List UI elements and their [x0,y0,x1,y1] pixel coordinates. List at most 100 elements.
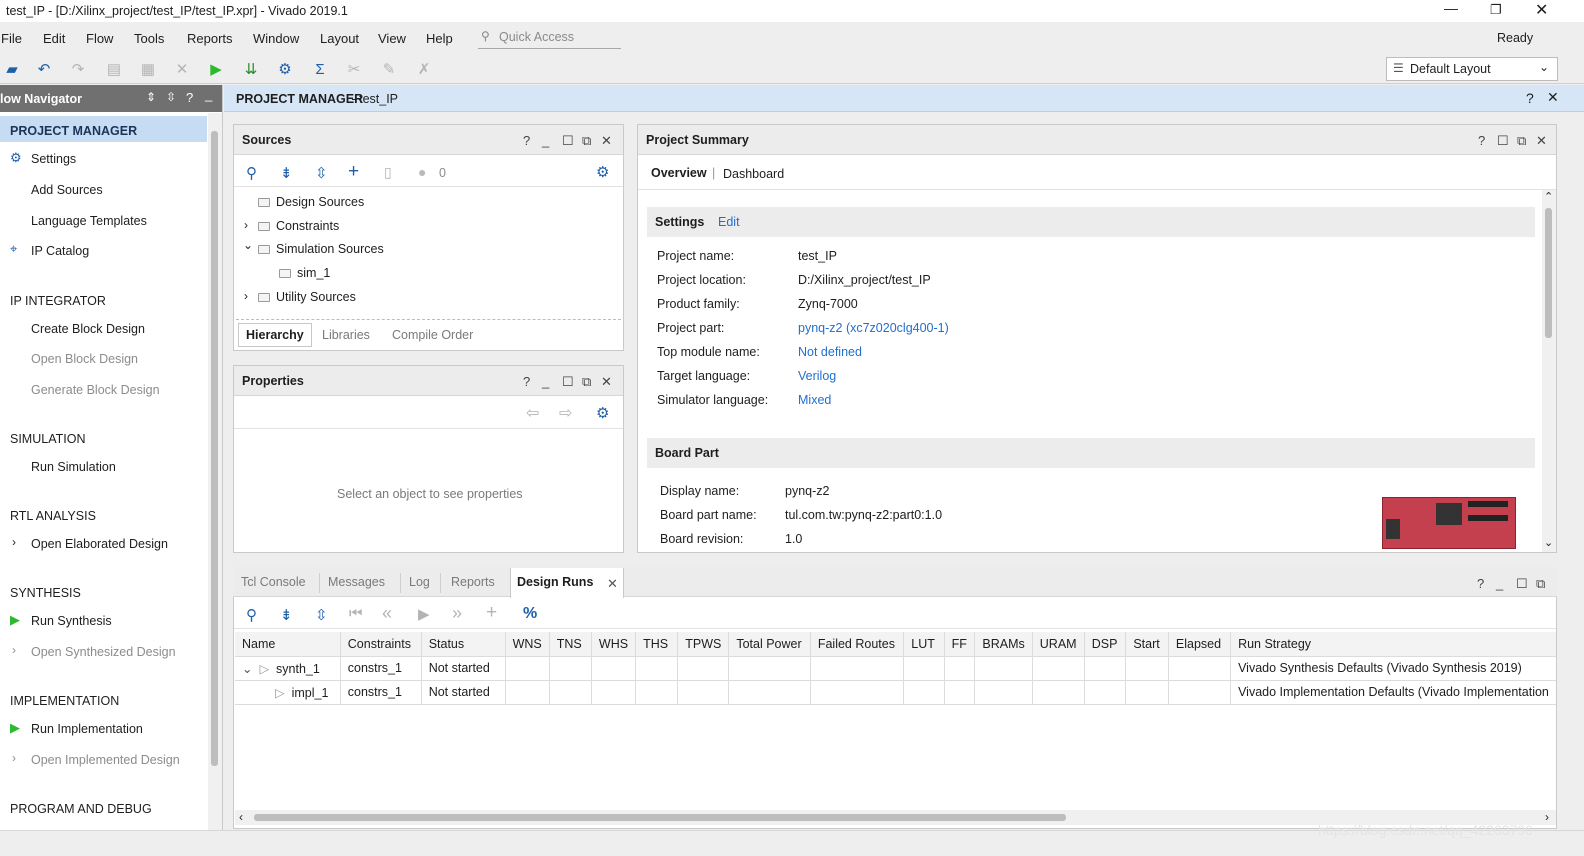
menu-tools[interactable]: Tools [134,31,164,46]
tab-compile-order[interactable]: Compile Order [392,328,473,342]
sigma-icon[interactable]: Σ [311,61,329,79]
chevron-right-icon[interactable]: › [244,218,248,232]
collapse-all-icon[interactable]: ⇟ [280,164,293,182]
tab-design-runs[interactable]: Design Runs [517,567,593,597]
nav-project-manager[interactable]: PROJECT MANAGER [10,124,137,138]
expand-all-icon[interactable]: ⇳ [315,164,328,182]
nav-open-implemented[interactable]: Open Implemented Design [31,753,180,767]
nav-run-simulation[interactable]: Run Simulation [31,460,116,474]
minimize-icon[interactable]: _ [542,133,549,148]
nav-run-synthesis[interactable]: Run Synthesis [31,614,112,628]
horizontal-scroll-thumb[interactable] [254,814,1066,821]
nav-settings[interactable]: Settings [31,152,76,166]
tab-messages[interactable]: Messages [328,567,385,597]
tree-item[interactable]: Constraints [258,219,339,233]
maximize-icon[interactable]: ☐ [562,374,574,390]
tab-tcl-console[interactable]: Tcl Console [241,567,306,597]
col-brams[interactable]: BRAMs [974,632,1033,657]
back-arrow-icon[interactable]: ⇦ [526,403,539,423]
table-row[interactable]: ⌄ ▷ synth_1 constrs_1 Not started Vivado… [235,656,1556,681]
chevron-right-icon[interactable]: › [12,535,16,549]
add-run-icon[interactable]: + [486,602,497,624]
edit-icon[interactable]: ✎ [380,61,398,79]
chevron-right-icon[interactable]: › [244,289,248,303]
col-lut[interactable]: LUT [903,632,945,657]
col-total-power[interactable]: Total Power [728,632,811,657]
gear-icon[interactable]: ⚙ [596,404,609,422]
nav-scroll-thumb[interactable] [211,131,218,766]
col-tpws[interactable]: TPWS [677,632,730,657]
nav-generate-block[interactable]: Generate Block Design [31,383,160,397]
delete-icon[interactable]: ✕ [173,61,191,79]
help-icon[interactable]: ? [523,133,530,148]
previous-icon[interactable]: « [382,603,392,624]
file-icon[interactable]: ▯ [384,164,392,181]
minimize-icon[interactable]: _ [542,374,549,389]
copy-icon[interactable]: ▤ [105,61,123,79]
col-elapsed[interactable]: Elapsed [1168,632,1232,657]
col-failed-routes[interactable]: Failed Routes [810,632,905,657]
col-run-strategy[interactable]: Run Strategy [1230,632,1556,657]
project-part-link[interactable]: pynq-z2 (xc7z020clg400-1) [798,321,949,335]
col-ff[interactable]: FF [944,632,976,657]
maximize-icon[interactable]: ☐ [1516,576,1528,592]
expand-all-icon[interactable]: ⇳ [166,90,176,104]
launch-icon[interactable]: ▶ [418,605,430,623]
float-icon[interactable]: ⧉ [1517,133,1526,149]
restore-icon[interactable]: ❐ [1490,2,1502,18]
nav-scrollbar[interactable] [208,113,222,830]
paste-icon[interactable]: ▦ [139,61,157,79]
col-status[interactable]: Status [421,632,506,657]
float-icon[interactable]: ⧉ [582,374,591,390]
search-icon[interactable]: ⚲ [246,606,257,624]
help-icon[interactable]: ? [1526,90,1534,106]
float-icon[interactable]: ⧉ [582,133,591,149]
col-ths[interactable]: THS [635,632,679,657]
tree-item[interactable]: Utility Sources [258,290,356,304]
nav-language-templates[interactable]: Language Templates [31,214,147,228]
menu-reports[interactable]: Reports [187,31,233,46]
percent-icon[interactable]: % [523,605,537,623]
tab-dashboard[interactable]: Dashboard [723,167,784,181]
run-icon[interactable]: ▶ [207,61,225,79]
target-language-link[interactable]: Verilog [798,369,836,383]
menu-window[interactable]: Window [253,31,299,46]
tab-overview[interactable]: Overview [651,166,707,180]
quick-access-field[interactable]: ⚲ Quick Access [478,26,621,49]
open-project-icon[interactable]: ▰ [3,61,21,79]
first-icon[interactable]: ⏮ [349,605,363,622]
menu-layout[interactable]: Layout [320,31,359,46]
close-icon[interactable]: ✕ [601,133,612,149]
debug-icon[interactable]: ✂ [345,61,363,79]
tree-item[interactable]: sim_1 [279,266,330,280]
collapse-all-icon[interactable]: ⇕ [146,90,156,104]
help-icon[interactable]: ? [186,90,193,105]
tab-libraries[interactable]: Libraries [322,328,370,342]
search-icon[interactable]: ⚲ [246,164,257,182]
help-icon[interactable]: ? [523,374,530,389]
summary-scrollbar[interactable]: ⌃ ⌄ [1542,190,1556,552]
close-icon[interactable]: ✕ [1535,0,1548,20]
chevron-right-icon[interactable]: › [12,751,16,765]
nav-open-synthesized[interactable]: Open Synthesized Design [31,645,176,659]
simulator-language-link[interactable]: Mixed [798,393,831,407]
scroll-left-icon[interactable]: ‹ [239,810,243,824]
col-start[interactable]: Start [1125,632,1169,657]
chevron-down-icon[interactable]: ⌄ [243,238,253,252]
menu-help[interactable]: Help [426,31,453,46]
menu-file[interactable]: File [1,31,22,46]
add-sources-icon[interactable]: + [348,161,359,183]
scroll-down-icon[interactable]: ⌄ [1544,536,1553,549]
settings-icon[interactable]: ⚙ [276,61,294,79]
chevron-right-icon[interactable]: › [12,643,16,657]
minimize-icon[interactable]: — [1444,0,1458,16]
edit-link[interactable]: Edit [718,215,740,229]
tab-hierarchy[interactable]: Hierarchy [238,323,312,347]
nav-create-block[interactable]: Create Block Design [31,322,145,336]
close-icon[interactable]: ✕ [601,374,612,390]
program-icon[interactable]: ⇊ [242,61,260,79]
tab-log[interactable]: Log [409,567,430,597]
col-uram[interactable]: URAM [1032,632,1085,657]
close-icon[interactable]: ✕ [607,576,618,592]
maximize-icon[interactable]: ☐ [562,133,574,149]
